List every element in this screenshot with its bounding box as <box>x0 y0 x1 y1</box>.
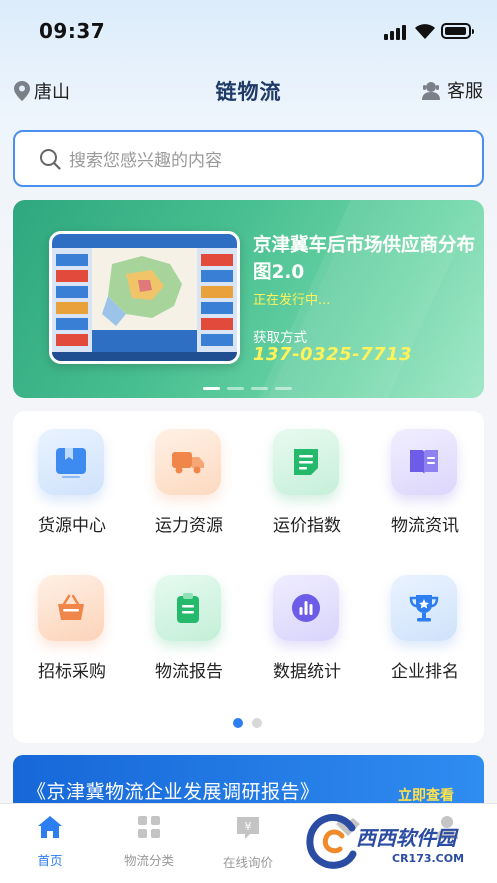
grid-item-label: 运力资源 <box>155 516 223 536</box>
promo-banner[interactable]: 京津冀车后市场供应商分布图2.0 正在发行中... 获取方式 137-0325-… <box>13 200 484 398</box>
stats-icon <box>273 575 339 641</box>
basket-icon <box>38 575 104 641</box>
watermark-logo: 西西软件园 CR173.COM <box>306 808 481 878</box>
trophy-icon <box>391 575 457 641</box>
customer-service-button[interactable]: 客服 <box>421 77 483 103</box>
grid-item-cargo-center[interactable]: 货源中心 <box>13 411 131 541</box>
truck-icon <box>155 429 221 495</box>
supplier-map-image <box>49 231 240 364</box>
grid-item-bidding[interactable]: 招标采购 <box>13 557 131 687</box>
tab-label: 在线询价 <box>222 855 273 870</box>
signal-icon <box>384 24 408 40</box>
wifi-icon <box>414 22 436 40</box>
grid-page-indicator <box>233 718 262 728</box>
grid-item-freight-index[interactable]: 运价指数 <box>248 411 366 541</box>
book-icon <box>391 429 457 495</box>
grid-item-label: 运价指数 <box>273 516 341 536</box>
grid-item-ranking[interactable]: 企业排名 <box>366 557 484 687</box>
banner-phone: 137-0325-7713 <box>253 344 413 365</box>
banner-dot <box>251 387 268 390</box>
feature-grid: 货源中心 运力资源 运价指数 物流资讯 招标采购 物流报告 数据统计 企业排名 <box>13 411 484 743</box>
search-icon <box>40 148 61 170</box>
battery-icon <box>441 23 474 39</box>
search-placeholder: 搜索您感兴趣的内容 <box>69 151 222 171</box>
search-input[interactable]: 搜索您感兴趣的内容 <box>13 130 484 187</box>
grid-item-logistics-report[interactable]: 物流报告 <box>130 557 248 687</box>
clipboard-icon <box>155 575 221 641</box>
report-view-link[interactable]: 立即查看 <box>398 785 454 805</box>
grid-item-data-stats[interactable]: 数据统计 <box>248 557 366 687</box>
grid-item-label: 物流报告 <box>155 662 223 682</box>
tab-label: 首页 <box>37 853 63 868</box>
grid-dot <box>252 718 262 728</box>
banner-title: 京津冀车后市场供应商分布图2.0 <box>253 235 476 283</box>
tab-inquiry[interactable]: ¥ 在线询价 <box>198 814 298 871</box>
category-icon <box>138 816 160 838</box>
grid-item-label: 物流资讯 <box>391 516 459 536</box>
status-time: 09:37 <box>39 19 106 43</box>
grid-item-label: 数据统计 <box>273 662 341 682</box>
service-avatar-icon <box>422 82 440 100</box>
tab-label: 物流分类 <box>123 853 174 868</box>
service-label: 客服 <box>447 81 483 102</box>
tab-category[interactable]: 物流分类 <box>99 814 199 869</box>
doc-icon <box>273 429 339 495</box>
header: 唐山 链物流 客服 <box>0 68 497 108</box>
report-title: 《京津冀物流企业发展调研报告》 <box>27 781 320 803</box>
status-bar: 09:37 <box>0 0 497 62</box>
watermark-text: 西西软件园 <box>356 826 456 850</box>
banner-dot <box>227 387 244 390</box>
banner-dot <box>203 387 220 390</box>
grid-item-logistics-news[interactable]: 物流资讯 <box>366 411 484 541</box>
home-icon <box>38 816 62 838</box>
banner-get-label: 获取方式 <box>253 330 307 346</box>
banner-dot <box>275 387 292 390</box>
watermark-sub: CR173.COM <box>392 852 465 865</box>
tab-home[interactable]: 首页 <box>0 814 100 869</box>
svg-text:¥: ¥ <box>245 820 252 833</box>
banner-status: 正在发行中... <box>253 293 331 308</box>
grid-item-label: 招标采购 <box>38 662 106 682</box>
banner-page-indicator <box>203 387 292 390</box>
grid-item-capacity[interactable]: 运力资源 <box>130 411 248 541</box>
cargo-icon <box>38 429 104 495</box>
grid-item-label: 企业排名 <box>391 662 459 682</box>
price-icon: ¥ <box>237 817 259 839</box>
grid-item-label: 货源中心 <box>38 516 106 536</box>
grid-dot <box>233 718 243 728</box>
